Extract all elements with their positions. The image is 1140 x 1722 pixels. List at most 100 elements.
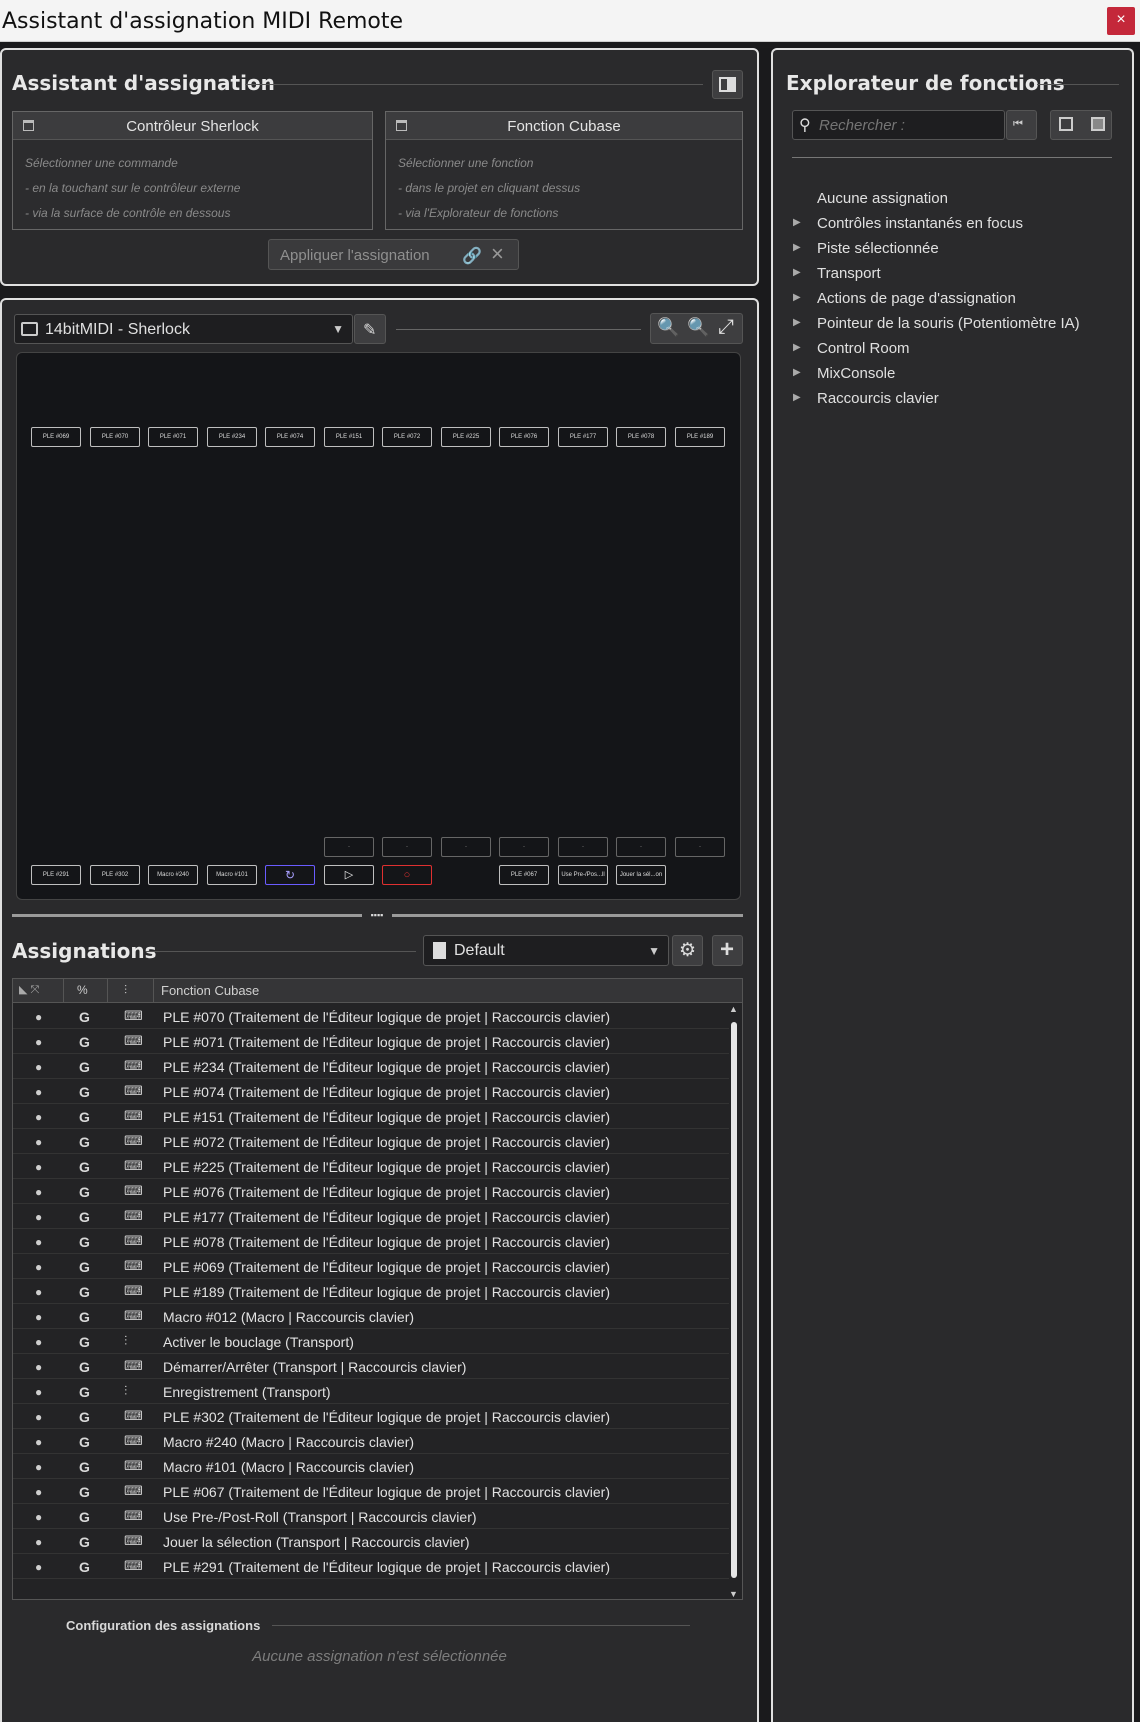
scroll-up-icon[interactable]: ▲ xyxy=(729,1004,738,1014)
control-button[interactable]: Macro #101 xyxy=(207,865,257,885)
table-row[interactable]: ● G ⌨ Macro #101 (Macro | Raccourcis clavie… xyxy=(13,1454,729,1479)
tree-item[interactable]: Actions de page d'assignation xyxy=(817,290,1016,307)
empty-control-slot[interactable]: - xyxy=(324,837,374,857)
apply-assignment-button[interactable]: Appliquer l'assignation 🔗 × xyxy=(268,239,519,270)
table-row[interactable]: ● G ⌨ PLE #071 (Traitement de l'Éditeur log… xyxy=(13,1029,729,1054)
control-button[interactable]: PLE #070 xyxy=(90,427,140,447)
tree-expand-icon[interactable]: ▶ xyxy=(793,292,801,303)
tree-expand-icon[interactable]: ▶ xyxy=(793,342,801,353)
table-row[interactable]: ● G ⌨ PLE #069 (Traitement de l'Éditeur log… xyxy=(13,1254,729,1279)
collapse-all-icon[interactable] xyxy=(1091,117,1105,131)
controller-select[interactable]: 14bitMIDI - Sherlock ▼ xyxy=(14,314,353,344)
expand-all-button[interactable] xyxy=(1050,110,1112,140)
loop-button[interactable]: ↻ xyxy=(265,865,315,885)
tree-expand-icon[interactable]: ▶ xyxy=(793,392,801,403)
expand-icon[interactable]: ⤢ xyxy=(718,316,734,339)
table-row[interactable]: ● G ⌨ Jouer la sélection (Transport | Racco… xyxy=(13,1529,729,1554)
control-button[interactable]: PLE #074 xyxy=(265,427,315,447)
clear-x-icon[interactable]: × xyxy=(491,241,504,267)
tree-item[interactable]: MixConsole xyxy=(817,365,895,382)
control-button[interactable]: PLE #078 xyxy=(616,427,666,447)
empty-control-slot[interactable]: - xyxy=(675,837,725,857)
table-row[interactable]: ● G ⌨ PLE #151 (Traitement de l'Éditeur log… xyxy=(13,1104,729,1129)
table-row[interactable]: ● G ⫶ Enregistrement (Transport) xyxy=(13,1379,729,1404)
tree-item[interactable]: Control Room xyxy=(817,340,910,357)
control-button[interactable]: PLE #072 xyxy=(382,427,432,447)
tree-item[interactable]: Contrôles instantanés en focus xyxy=(817,215,1023,232)
control-button[interactable]: PLE #234 xyxy=(207,427,257,447)
table-row[interactable]: ● G ⌨ PLE #076 (Traitement de l'Éditeur log… xyxy=(13,1179,729,1204)
function-cell: Activer le bouclage (Transport) xyxy=(163,1334,354,1350)
empty-control-slot[interactable]: - xyxy=(441,837,491,857)
control-button[interactable]: PLE #151 xyxy=(324,427,374,447)
tree-expand-icon[interactable]: ▶ xyxy=(793,217,801,228)
table-row[interactable]: ● G ⌨ PLE #189 (Traitement de l'Éditeur log… xyxy=(13,1279,729,1304)
control-button[interactable]: PLE #189 xyxy=(675,427,725,447)
page-select[interactable]: Default ▼ xyxy=(423,935,669,966)
control-button[interactable]: Use Pre-/Pos...ll xyxy=(558,865,608,885)
zoom-toolbar: 🔍 🔍 ⤢ xyxy=(650,313,743,344)
function-column-header[interactable]: Fonction Cubase xyxy=(161,983,259,998)
empty-control-slot[interactable]: - xyxy=(382,837,432,857)
control-button[interactable]: PLE #067 xyxy=(499,865,549,885)
tree-expand-icon[interactable]: ▶ xyxy=(793,242,801,253)
reset-search-button[interactable]: ⏮ xyxy=(1006,110,1037,140)
close-button[interactable]: × xyxy=(1107,7,1135,35)
control-button[interactable]: PLE #302 xyxy=(90,865,140,885)
page-settings-button[interactable]: ⚙ xyxy=(672,935,703,966)
tree-expand-icon[interactable]: ▶ xyxy=(793,267,801,278)
tree-expand-icon[interactable]: ▶ xyxy=(793,317,801,328)
table-row[interactable]: ● G ⌨ PLE #177 (Traitement de l'Éditeur log… xyxy=(13,1204,729,1229)
scroll-down-icon[interactable]: ▼ xyxy=(729,1589,738,1599)
table-row[interactable]: ● G ⌨ Macro #012 (Macro | Raccourcis clavie… xyxy=(13,1304,729,1329)
search-input[interactable] xyxy=(819,115,999,135)
scrollbar[interactable]: ▲ ▼ xyxy=(729,1004,739,1599)
tree-item-no-assignment[interactable]: Aucune assignation xyxy=(817,190,948,207)
empty-control-slot[interactable]: - xyxy=(616,837,666,857)
control-button[interactable]: Jouer la sél...on xyxy=(616,865,666,885)
tree-item[interactable]: Transport xyxy=(817,265,881,282)
record-button[interactable]: ○ xyxy=(382,865,432,885)
table-row[interactable]: ● G ⫶ Activer le bouclage (Transport) xyxy=(13,1329,729,1354)
table-row[interactable]: ● G ⌨ PLE #302 (Traitement de l'Éditeur log… xyxy=(13,1404,729,1429)
control-button[interactable]: PLE #225 xyxy=(441,427,491,447)
control-button[interactable]: PLE #177 xyxy=(558,427,608,447)
type-column-icon[interactable]: ⫶ xyxy=(124,983,127,998)
table-row[interactable]: ● G ⌨ Macro #240 (Macro | Raccourcis clavie… xyxy=(13,1429,729,1454)
add-page-button[interactable]: + xyxy=(712,935,743,966)
controller-target-box[interactable]: Contrôleur Sherlock Sélectionner une com… xyxy=(12,111,373,230)
sort-icon[interactable]: ◣ ⤧ xyxy=(19,983,39,997)
empty-control-slot[interactable]: - xyxy=(499,837,549,857)
table-row[interactable]: ● G ⌨ PLE #067 (Traitement de l'Éditeur log… xyxy=(13,1479,729,1504)
expand-all-icon[interactable] xyxy=(1059,117,1073,131)
table-row[interactable]: ● G ⌨ Démarrer/Arrêter (Transport | Raccour… xyxy=(13,1354,729,1379)
table-row[interactable]: ● G ⌨ PLE #291 (Traitement de l'Éditeur log… xyxy=(13,1554,729,1579)
table-row[interactable]: ● G ⌨ Use Pre-/Post-Roll (Transport | Racco… xyxy=(13,1504,729,1529)
tree-expand-icon[interactable]: ▶ xyxy=(793,367,801,378)
scope-column-icon[interactable]: % xyxy=(77,983,88,997)
control-button[interactable]: PLE #071 xyxy=(148,427,198,447)
empty-control-slot[interactable]: - xyxy=(558,837,608,857)
table-row[interactable]: ● G ⌨ PLE #078 (Traitement de l'Éditeur log… xyxy=(13,1229,729,1254)
scrollbar-thumb[interactable] xyxy=(731,1022,737,1578)
table-row[interactable]: ● G ⌨ PLE #225 (Traitement de l'Éditeur log… xyxy=(13,1154,729,1179)
control-button[interactable]: Macro #240 xyxy=(148,865,198,885)
tree-item[interactable]: Piste sélectionnée xyxy=(817,240,939,257)
panel-toggle-button[interactable] xyxy=(712,70,743,99)
edit-controller-button[interactable]: ✎ xyxy=(354,314,386,344)
search-box[interactable]: ⚲ xyxy=(792,110,1005,140)
control-button[interactable]: PLE #069 xyxy=(31,427,81,447)
zoom-in-icon[interactable]: 🔍 xyxy=(657,317,679,338)
table-row[interactable]: ● G ⌨ PLE #072 (Traitement de l'Éditeur log… xyxy=(13,1129,729,1154)
play-button[interactable]: ▷ xyxy=(324,865,374,885)
zoom-out-icon[interactable]: 🔍 xyxy=(687,317,709,338)
table-row[interactable]: ● G ⌨ PLE #074 (Traitement de l'Éditeur log… xyxy=(13,1079,729,1104)
splitter-grip[interactable]: ▪▪▪▪ xyxy=(362,911,392,920)
tree-item[interactable]: Raccourcis clavier xyxy=(817,390,939,407)
table-row[interactable]: ● G ⌨ PLE #234 (Traitement de l'Éditeur log… xyxy=(13,1054,729,1079)
control-button[interactable]: PLE #291 xyxy=(31,865,81,885)
function-target-box[interactable]: Fonction Cubase Sélectionner une fonctio… xyxy=(385,111,743,230)
table-row[interactable]: ● G ⌨ PLE #070 (Traitement de l'Éditeur log… xyxy=(13,1004,729,1029)
control-button[interactable]: PLE #076 xyxy=(499,427,549,447)
tree-item[interactable]: Pointeur de la souris (Potentiomètre IA) xyxy=(817,315,1080,332)
